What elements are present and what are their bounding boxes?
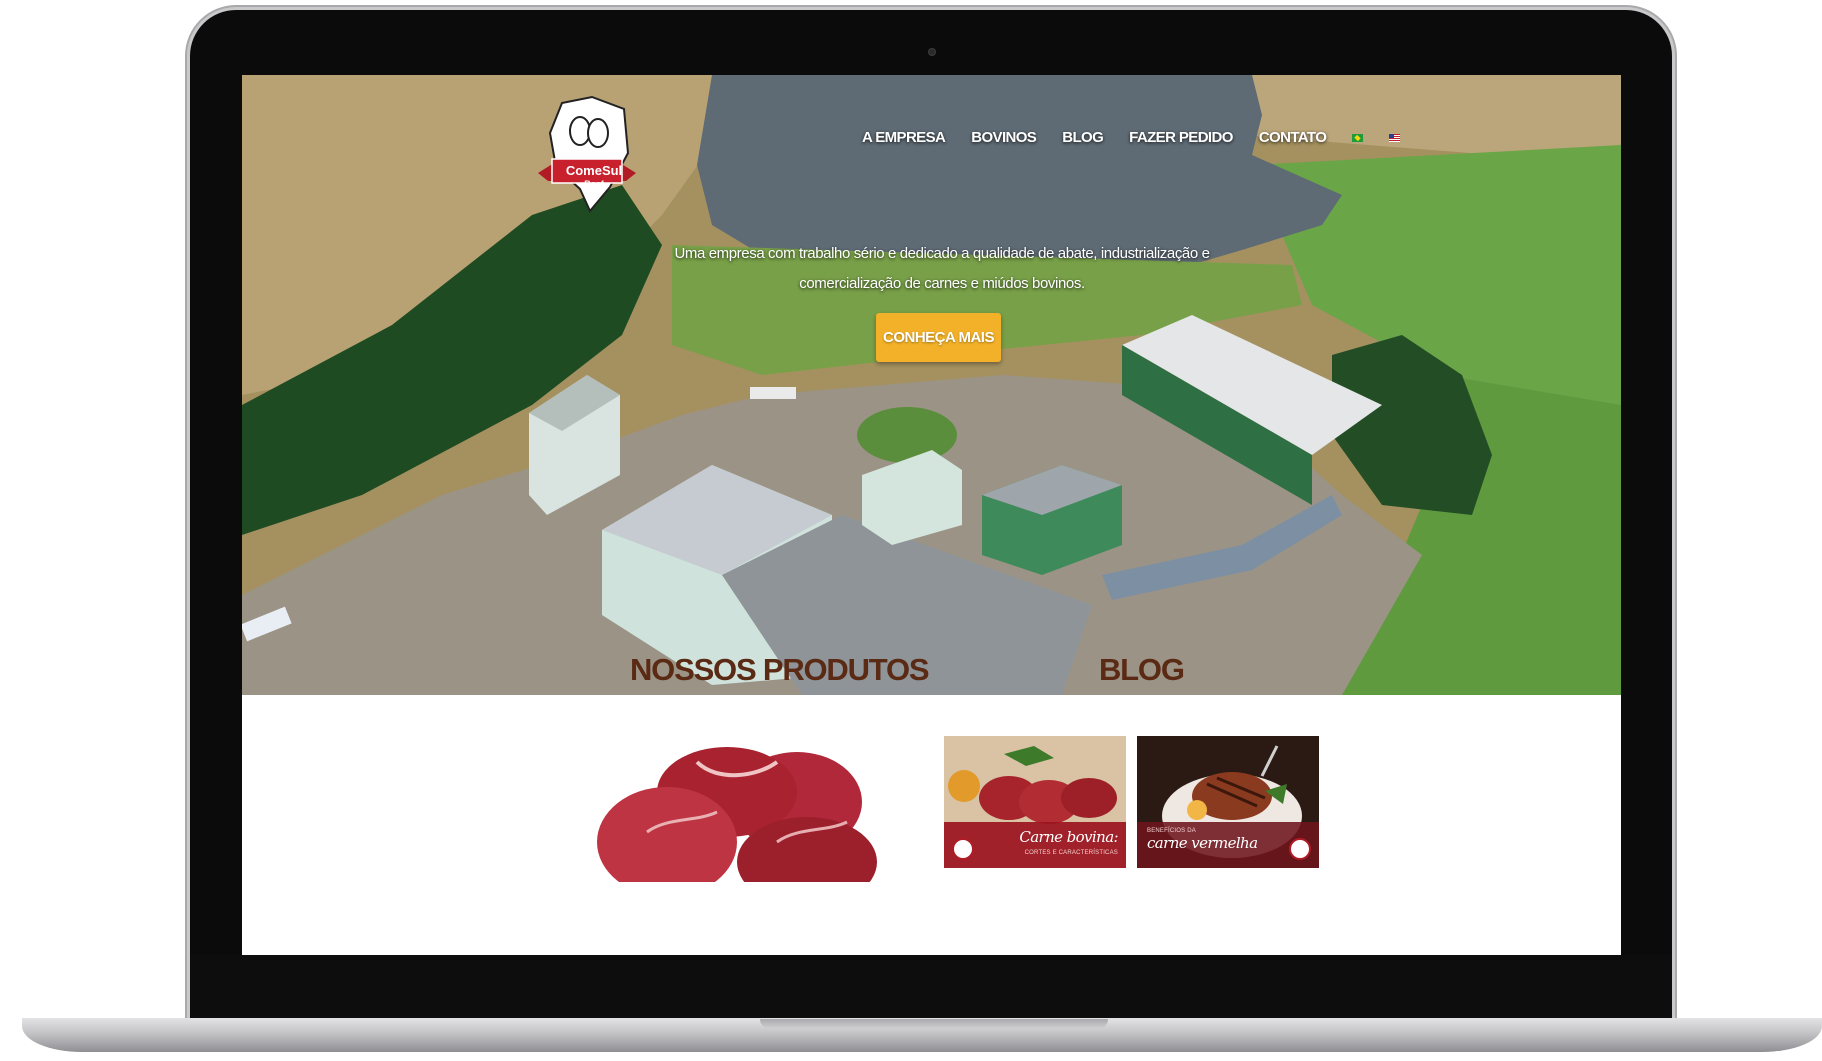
- conheca-mais-button[interactable]: CONHEÇA MAIS: [876, 313, 1001, 362]
- mini-logo-icon: [952, 838, 974, 860]
- nav-item-bovinos[interactable]: BOVINOS: [971, 129, 1037, 146]
- nav-item-contato[interactable]: CONTATO: [1259, 129, 1327, 146]
- products-heading: NOSSOS PRODUTOS: [630, 652, 930, 687]
- logo-line2: Beef: [584, 179, 604, 189]
- meat-illustration: [597, 747, 877, 882]
- logo-wordmark: ComeSul Beef: [564, 163, 624, 190]
- blog-card-carne-vermelha[interactable]: BENEFÍCIOS DA carne vermelha: [1137, 736, 1319, 868]
- blog-card-1-title: Carne bovina:: [1019, 828, 1118, 846]
- webcam: [928, 48, 936, 56]
- nav-item-fazer-pedido[interactable]: FAZER PEDIDO: [1129, 129, 1233, 146]
- aerial-photo: [242, 75, 1621, 695]
- hero-tagline: Uma empresa com trabalho sério e dedicad…: [674, 245, 1210, 292]
- logo-emblem: [538, 95, 636, 213]
- brand-logo[interactable]: ComeSul Beef: [532, 93, 642, 213]
- blog-heading: BLOG: [1099, 652, 1185, 687]
- main-nav: A EMPRESA BOVINOS BLOG FAZER PEDIDO CONT…: [862, 129, 1401, 146]
- laptop-notch: [760, 1019, 1108, 1029]
- blog-card-2-title: carne vermelha: [1147, 834, 1258, 852]
- brazil-flag-icon[interactable]: [1352, 133, 1364, 142]
- website-screen: ComeSul Beef A EMPRESA BOVINOS BLOG FAZE…: [242, 75, 1621, 955]
- nav-item-a-empresa[interactable]: A EMPRESA: [862, 129, 946, 146]
- nav-item-blog[interactable]: BLOG: [1062, 129, 1104, 146]
- mini-logo-icon: [1289, 838, 1311, 860]
- blog-card-1-subtitle: CORTES E CARACTERÍSTICAS: [1024, 850, 1118, 856]
- laptop-bezel: [190, 955, 1672, 1021]
- blog-card-carne-bovina[interactable]: Carne bovina: CORTES E CARACTERÍSTICAS: [944, 736, 1126, 868]
- logo-line1: ComeSul: [565, 163, 623, 178]
- usa-flag-icon[interactable]: [1389, 133, 1401, 142]
- product-meat-image[interactable]: [577, 722, 897, 882]
- hero-banner: ComeSul Beef A EMPRESA BOVINOS BLOG FAZE…: [242, 75, 1621, 695]
